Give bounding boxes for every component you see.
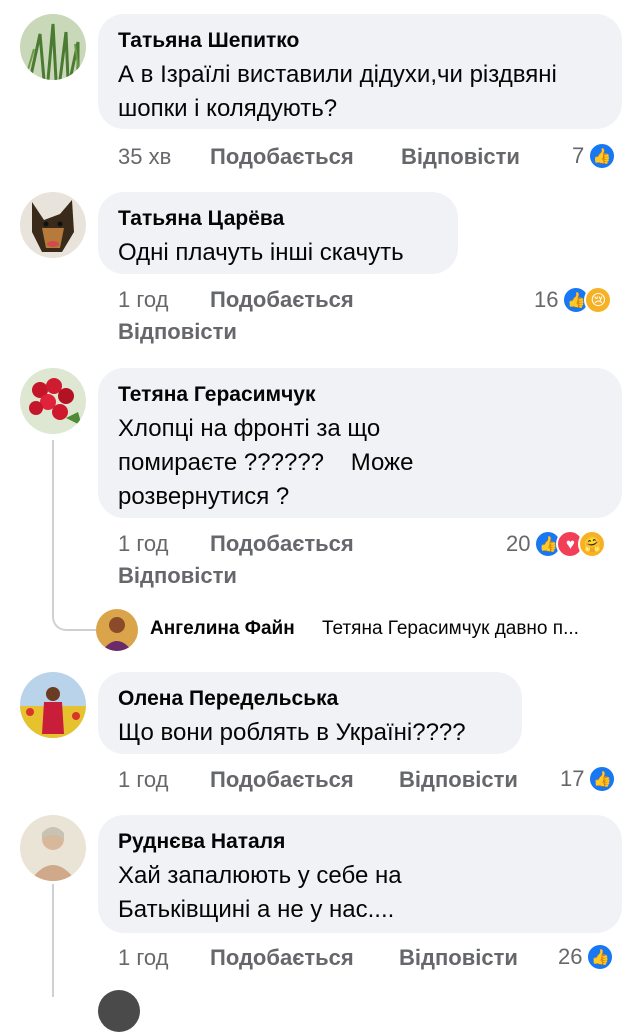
like-icon: 👍 xyxy=(588,765,617,793)
reaction-count: 17 xyxy=(560,766,585,791)
comment-bubble: Тетяна Герасимчук Хлопці на фронті за що… xyxy=(98,368,622,518)
sad-icon: 😢 xyxy=(584,286,613,314)
reactions[interactable]: 16 👍 😢 xyxy=(534,286,613,314)
reply-author[interactable]: Ангелина Файн xyxy=(150,618,295,640)
reactions[interactable]: 7 👍 xyxy=(572,142,617,170)
comment-text: Одні плачуть інші скачуть xyxy=(118,239,404,266)
avatar[interactable] xyxy=(98,990,140,1032)
like-button[interactable]: Подобається xyxy=(210,767,354,793)
comment-text: Хлопці на фронті за що помираєте ?????? … xyxy=(118,415,421,510)
reaction-count: 20 xyxy=(506,531,531,556)
comment-text: Що вони роблять в Україні???? xyxy=(118,719,466,746)
comment-time[interactable]: 35 хв xyxy=(118,144,171,170)
avatar[interactable] xyxy=(20,368,86,434)
reply-button[interactable]: Відповісти xyxy=(399,767,518,793)
reply-button[interactable]: Відповісти xyxy=(118,319,237,345)
reply-preview[interactable]: Ангелина Файн Тетяна Герасимчук давно п.… xyxy=(0,605,640,655)
comment-bubble: Олена Передельська Що вони роблять в Укр… xyxy=(98,672,522,754)
like-icon: 👍 xyxy=(588,142,617,170)
reaction-count: 26 xyxy=(558,944,583,969)
reply-button[interactable]: Відповісти xyxy=(399,945,518,971)
reactions[interactable]: 26 👍 xyxy=(558,943,615,971)
comment-bubble: Руднєва Наталя Хай запалюють у себе на Б… xyxy=(98,815,622,933)
reaction-count: 7 xyxy=(572,143,585,168)
reply-button[interactable]: Відповісти xyxy=(401,144,520,170)
comment-author[interactable]: Тетяна Герасимчук xyxy=(118,382,602,408)
comment-time[interactable]: 1 год xyxy=(118,287,168,313)
comment-text: А в Ізраїлі виставили дідухи,чи різдвяні… xyxy=(118,61,557,122)
comment-author[interactable]: Татьяна Царёва xyxy=(118,206,438,232)
reaction-count: 16 xyxy=(534,287,559,312)
like-button[interactable]: Подобається xyxy=(210,945,354,971)
thread-line xyxy=(52,884,54,997)
like-button[interactable]: Подобається xyxy=(210,531,354,557)
thread-line xyxy=(52,440,54,608)
care-icon: 🤗 xyxy=(578,530,607,558)
comment-time[interactable]: 1 год xyxy=(118,767,168,793)
comment-author[interactable]: Руднєва Наталя xyxy=(118,829,602,855)
avatar[interactable] xyxy=(20,192,86,258)
avatar[interactable] xyxy=(20,672,86,738)
comment-author[interactable]: Олена Передельська xyxy=(118,686,502,712)
reply-button[interactable]: Відповісти xyxy=(118,563,237,589)
reactions[interactable]: 17 👍 xyxy=(560,765,617,793)
comment-text: Хай запалюють у себе на Батьківщині а не… xyxy=(118,862,402,923)
comment-time[interactable]: 1 год xyxy=(118,945,168,971)
reactions[interactable]: 20 👍 ♥ 🤗 xyxy=(506,530,607,558)
like-button[interactable]: Подобається xyxy=(210,144,354,170)
like-button[interactable]: Подобається xyxy=(210,287,354,313)
comment-author[interactable]: Татьяна Шепитко xyxy=(118,28,602,54)
comment-time[interactable]: 1 год xyxy=(118,531,168,557)
comment-bubble: Татьяна Шепитко А в Ізраїлі виставили ді… xyxy=(98,14,622,129)
avatar[interactable] xyxy=(96,609,138,651)
avatar[interactable] xyxy=(20,14,86,80)
avatar[interactable] xyxy=(20,815,86,881)
thread-connector xyxy=(52,605,96,631)
comment-bubble: Татьяна Царёва Одні плачуть інші скачуть xyxy=(98,192,458,274)
reply-text: Тетяна Герасимчук давно п... xyxy=(322,618,579,639)
like-icon: 👍 xyxy=(586,943,615,971)
